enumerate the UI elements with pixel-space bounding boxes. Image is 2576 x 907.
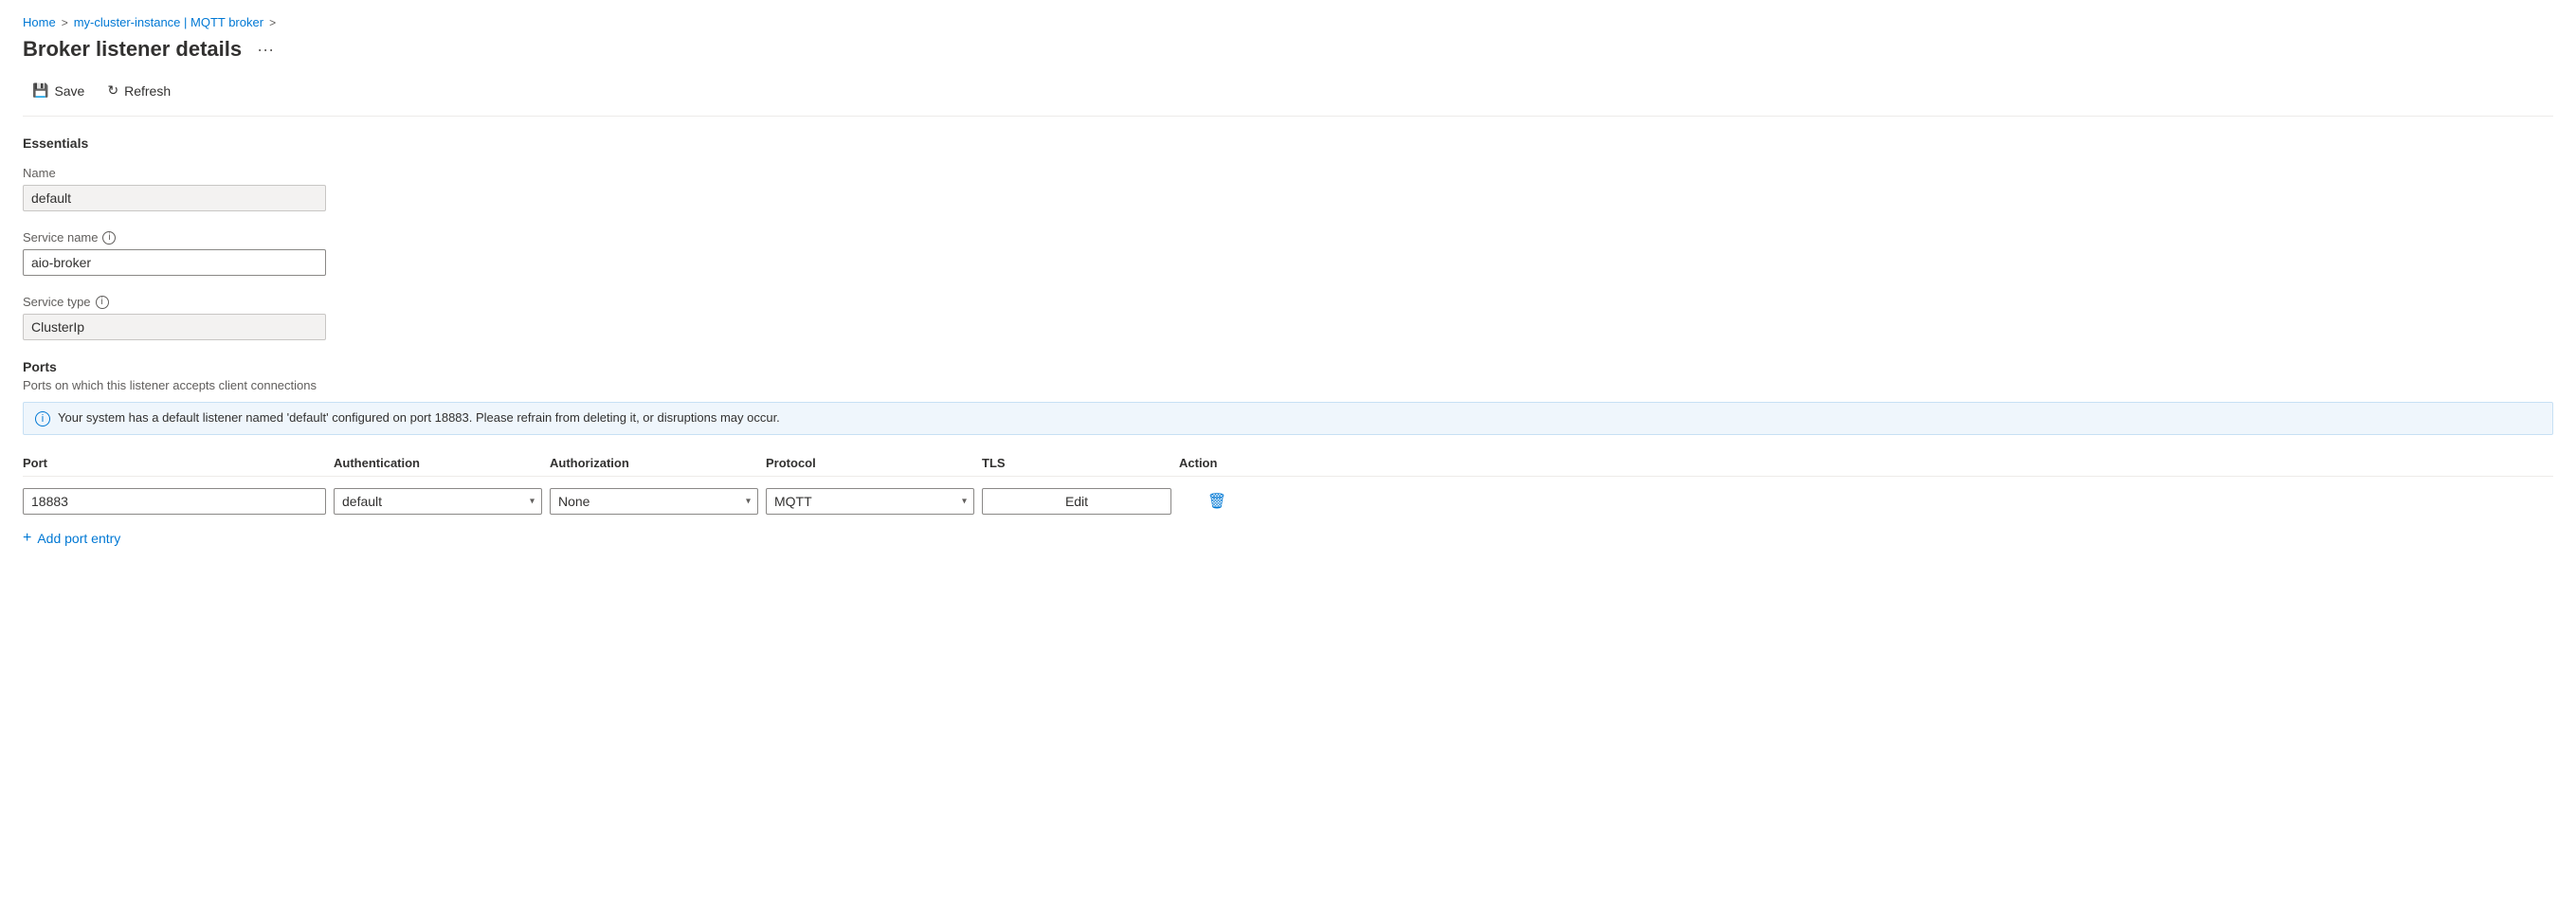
- delete-port-button[interactable]: 🗑: [1179, 488, 1255, 515]
- service-type-label: Service type i: [23, 295, 2553, 309]
- name-label: Name: [23, 166, 2553, 180]
- refresh-icon: ↻: [107, 82, 118, 99]
- more-options-button[interactable]: ···: [251, 38, 280, 62]
- col-authorization: Authorization: [550, 456, 758, 470]
- service-name-field-group: Service name i: [23, 230, 2553, 276]
- save-label: Save: [54, 83, 84, 99]
- delete-icon: 🗑: [1207, 494, 1226, 510]
- ports-table-header: Port Authentication Authorization Protoc…: [23, 450, 2553, 477]
- authorization-select[interactable]: None Allow Deny: [550, 488, 758, 515]
- col-action: Action: [1179, 456, 1255, 470]
- refresh-button[interactable]: ↻ Refresh: [98, 77, 180, 104]
- page-title-row: Broker listener details ···: [23, 37, 2553, 62]
- port-input[interactable]: [23, 488, 326, 515]
- col-authentication: Authentication: [334, 456, 542, 470]
- table-row: default none ▾ None Allow Deny ▾ MQTT MQ…: [23, 484, 2553, 518]
- protocol-select-wrapper: MQTT MQTT over WebSocket ▾: [766, 488, 974, 515]
- banner-text: Your system has a default listener named…: [58, 410, 780, 425]
- service-type-field-group: Service type i: [23, 295, 2553, 340]
- ports-section: Ports Ports on which this listener accep…: [23, 359, 2553, 547]
- authentication-select-wrapper: default none ▾: [334, 488, 542, 515]
- ports-title: Ports: [23, 359, 2553, 374]
- refresh-label: Refresh: [124, 83, 171, 99]
- breadcrumb-sep-1: >: [62, 16, 68, 29]
- service-type-info-icon: i: [96, 296, 109, 309]
- save-button[interactable]: 💾 Save: [23, 77, 94, 104]
- ports-info-banner: i Your system has a default listener nam…: [23, 402, 2553, 435]
- col-tls: TLS: [982, 456, 1171, 470]
- save-icon: 💾: [32, 82, 48, 99]
- breadcrumb-cluster[interactable]: my-cluster-instance | MQTT broker: [74, 15, 263, 29]
- col-protocol: Protocol: [766, 456, 974, 470]
- breadcrumb-home[interactable]: Home: [23, 15, 56, 29]
- col-port: Port: [23, 456, 326, 470]
- ports-subtitle: Ports on which this listener accepts cli…: [23, 378, 2553, 392]
- essentials-title: Essentials: [23, 136, 2553, 151]
- page-title: Broker listener details: [23, 37, 242, 62]
- service-type-input: [23, 314, 326, 340]
- authorization-select-wrapper: None Allow Deny ▾: [550, 488, 758, 515]
- breadcrumb-sep-2: >: [269, 16, 276, 29]
- breadcrumb: Home > my-cluster-instance | MQTT broker…: [23, 15, 2553, 29]
- service-name-label: Service name i: [23, 230, 2553, 245]
- essentials-section: Essentials Name Service name i Service t…: [23, 136, 2553, 340]
- tls-edit-button[interactable]: Edit: [982, 488, 1171, 515]
- toolbar: 💾 Save ↻ Refresh: [23, 77, 2553, 117]
- plus-icon: +: [23, 530, 31, 547]
- service-name-input[interactable]: [23, 249, 326, 276]
- banner-info-icon: i: [35, 411, 50, 426]
- add-port-label: Add port entry: [37, 531, 120, 546]
- name-field-group: Name: [23, 166, 2553, 211]
- authentication-select[interactable]: default none: [334, 488, 542, 515]
- add-port-button[interactable]: + Add port entry: [23, 530, 120, 547]
- protocol-select[interactable]: MQTT MQTT over WebSocket: [766, 488, 974, 515]
- service-name-info-icon: i: [102, 231, 116, 245]
- name-input: [23, 185, 326, 211]
